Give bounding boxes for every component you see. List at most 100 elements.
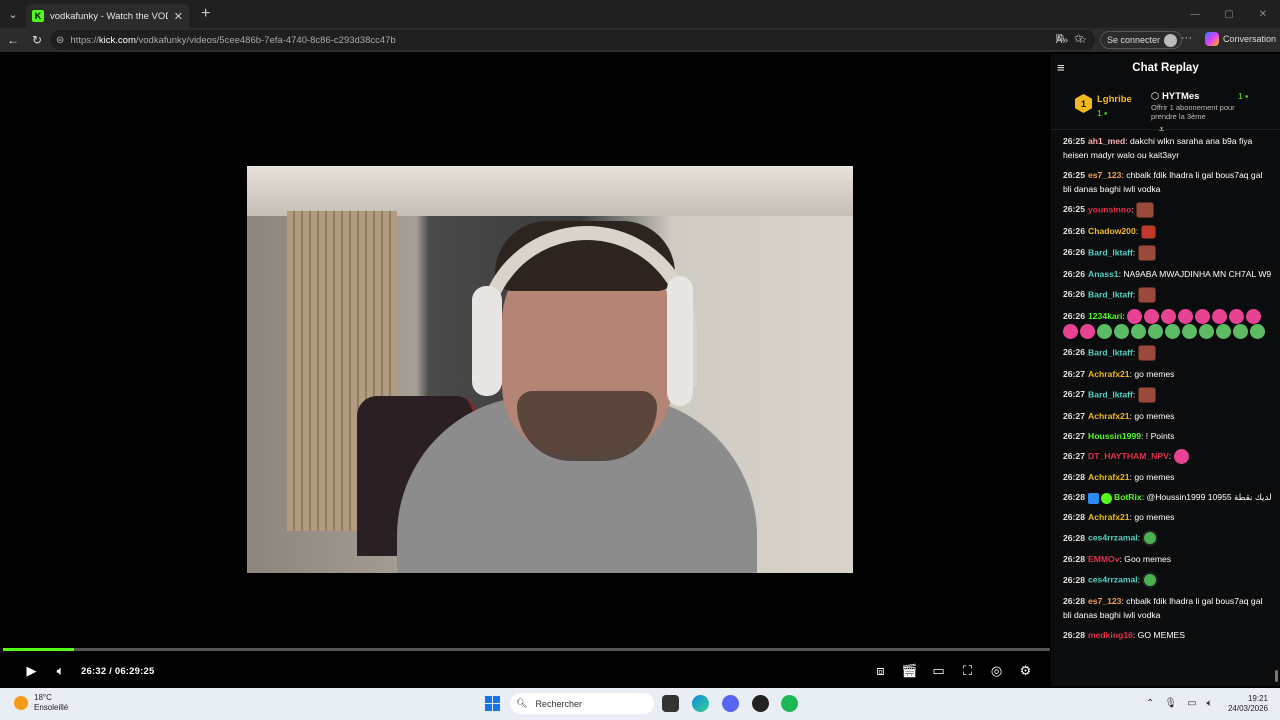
- emote-icon[interactable]: [1063, 324, 1078, 340]
- extensions-icon[interactable]: ⧉: [1056, 32, 1064, 45]
- speaker-icon[interactable]: 🔈︎: [1207, 698, 1213, 709]
- emote-icon[interactable]: [1161, 308, 1177, 324]
- tab-actions-menu[interactable]: ⌄: [0, 0, 26, 28]
- emote-icon[interactable]: [1137, 286, 1156, 303]
- emote-icon[interactable]: [1178, 308, 1194, 324]
- gifter-name[interactable]: ⬡ HYTMes: [1151, 91, 1199, 102]
- emote-icon[interactable]: [1136, 202, 1155, 218]
- url-field[interactable]: ⊜ https://kick.com/vodkafunky/videos/5ce…: [50, 30, 1095, 50]
- active-tab[interactable]: K vodkafunky - Watch the VOD on K ✕: [26, 4, 189, 28]
- message-username[interactable]: Bard_lktaff: [1088, 247, 1133, 257]
- emote-icon[interactable]: [1131, 324, 1146, 340]
- more-options-icon[interactable]: ···: [1181, 32, 1192, 44]
- emote-icon[interactable]: [1142, 530, 1159, 547]
- emote-icon[interactable]: [1165, 324, 1180, 340]
- emote-icon[interactable]: [1137, 345, 1156, 362]
- close-tab-icon[interactable]: ✕: [174, 10, 183, 23]
- emote-icon[interactable]: [1137, 244, 1156, 261]
- windows-taskbar: 18°C Ensoleillé 🔍︎ Rechercher ⌃ 🎙︎ ▭ 🔈︎ 1…: [0, 688, 1280, 720]
- message-username[interactable]: younsinno: [1088, 204, 1131, 214]
- message-username[interactable]: medking16: [1088, 630, 1133, 640]
- emote-icon[interactable]: [1173, 449, 1189, 465]
- message-username[interactable]: ah1_med: [1088, 136, 1125, 146]
- network-icon[interactable]: ▭: [1187, 698, 1196, 709]
- discord-icon[interactable]: [722, 695, 739, 712]
- message-username[interactable]: Houssin1999: [1088, 431, 1141, 441]
- site-info-icon[interactable]: ⊜: [56, 35, 64, 46]
- maximize-button[interactable]: ▢: [1212, 0, 1246, 28]
- message-username[interactable]: EMMOv: [1088, 554, 1120, 564]
- tray-expand-icon[interactable]: ⌃: [1146, 698, 1154, 709]
- emote-icon[interactable]: [1114, 324, 1129, 340]
- message-username[interactable]: Anass1: [1088, 269, 1119, 279]
- message-username[interactable]: es7_123: [1088, 596, 1121, 606]
- clock[interactable]: 19:21 24/03/2026: [1226, 694, 1268, 714]
- copilot-button[interactable]: Conversation: [1205, 32, 1276, 46]
- message-username[interactable]: Bard_lktaff: [1088, 289, 1133, 299]
- emote-icon[interactable]: [1127, 308, 1143, 324]
- emote-icon[interactable]: [1233, 324, 1248, 340]
- new-tab-button[interactable]: +: [201, 5, 210, 23]
- video-player[interactable]: ▶ 🔈︎ 26:32 / 06:29:25 ⧈ 🎬︎ ▭ ⛶ ◎ ⚙: [3, 54, 1050, 686]
- windows-start-icon[interactable]: [485, 696, 500, 711]
- pip-icon[interactable]: ⧈: [866, 659, 895, 683]
- message-username[interactable]: Chadow200: [1088, 226, 1136, 236]
- video-frame[interactable]: [247, 166, 853, 573]
- play-button[interactable]: ▶: [17, 659, 46, 683]
- emote-icon[interactable]: [1097, 324, 1112, 340]
- emote-icon[interactable]: [1246, 308, 1262, 324]
- edge-icon[interactable]: [692, 695, 709, 712]
- emote-icon[interactable]: [1140, 224, 1156, 239]
- spotify-icon[interactable]: [781, 695, 798, 712]
- emote-icon[interactable]: [1142, 572, 1159, 589]
- message-username[interactable]: 1234kari: [1088, 311, 1122, 321]
- message-username[interactable]: ces4rrzamal: [1088, 533, 1138, 543]
- emote-icon[interactable]: [1148, 324, 1163, 340]
- emote-icon[interactable]: [1144, 308, 1160, 324]
- gift-sub-prompt[interactable]: Offrir 1 abonnement pour prendre la 3ème: [1151, 103, 1261, 121]
- emote-icon[interactable]: [1229, 308, 1245, 324]
- message-username[interactable]: BotRix: [1114, 492, 1142, 502]
- message-username[interactable]: DT_HAYTHAM_NPV: [1088, 451, 1169, 461]
- volume-button[interactable]: 🔈︎: [46, 659, 75, 683]
- clip-icon[interactable]: 🎬︎: [895, 659, 924, 683]
- emote-icon[interactable]: [1195, 308, 1211, 324]
- emote-icon[interactable]: [1080, 324, 1095, 340]
- favorites-icon[interactable]: ✩: [1074, 32, 1083, 45]
- message-username[interactable]: Achrafx21: [1088, 472, 1130, 482]
- emote-icon[interactable]: [1182, 324, 1197, 340]
- refresh-button[interactable]: ↻: [25, 28, 49, 52]
- emote-icon[interactable]: [1199, 324, 1214, 340]
- playback-speed-icon[interactable]: ◎: [982, 659, 1011, 683]
- emote-icon[interactable]: [1212, 308, 1228, 324]
- collapse-chat-icon[interactable]: ≡: [1057, 60, 1065, 75]
- minimize-button[interactable]: —: [1178, 0, 1212, 28]
- chat-scrollbar[interactable]: [1275, 670, 1278, 682]
- theater-mode-icon[interactable]: ▭: [924, 659, 953, 683]
- message-username[interactable]: Achrafx21: [1088, 512, 1130, 522]
- weather-widget[interactable]: 18°C Ensoleillé: [14, 693, 68, 713]
- settings-gear-icon[interactable]: ⚙: [1011, 659, 1040, 683]
- github-icon[interactable]: [752, 695, 769, 712]
- message-username[interactable]: Bard_lktaff: [1088, 347, 1133, 357]
- microphone-icon[interactable]: 🎙︎: [1164, 698, 1177, 709]
- message-username[interactable]: es7_123: [1088, 170, 1121, 180]
- close-window-button[interactable]: ✕: [1246, 0, 1280, 28]
- chat-message: 26:28 es7_123: chbalk fdik lhadra li gal …: [1063, 596, 1263, 621]
- signin-button[interactable]: Se connecter: [1100, 31, 1183, 49]
- toolbar-icons: ⧉ ✩: [1056, 32, 1083, 45]
- back-button[interactable]: ←: [1, 28, 25, 52]
- message-username[interactable]: ces4rrzamal: [1088, 575, 1138, 585]
- emote-icon[interactable]: [1137, 387, 1156, 404]
- expand-pinned-icon[interactable]: ⩡: [1159, 124, 1164, 135]
- fullscreen-icon[interactable]: ⛶: [953, 659, 982, 683]
- file-explorer-icon[interactable]: [662, 695, 679, 712]
- emote-icon[interactable]: [1250, 324, 1265, 340]
- progress-bar[interactable]: [3, 648, 1050, 651]
- emote-icon[interactable]: [1216, 324, 1231, 340]
- message-username[interactable]: Achrafx21: [1088, 369, 1130, 379]
- message-username[interactable]: Achrafx21: [1088, 411, 1130, 421]
- message-username[interactable]: Bard_lktaff: [1088, 389, 1133, 399]
- leader-name[interactable]: Lghribe: [1097, 94, 1132, 105]
- taskbar-search[interactable]: 🔍︎ Rechercher: [510, 693, 654, 714]
